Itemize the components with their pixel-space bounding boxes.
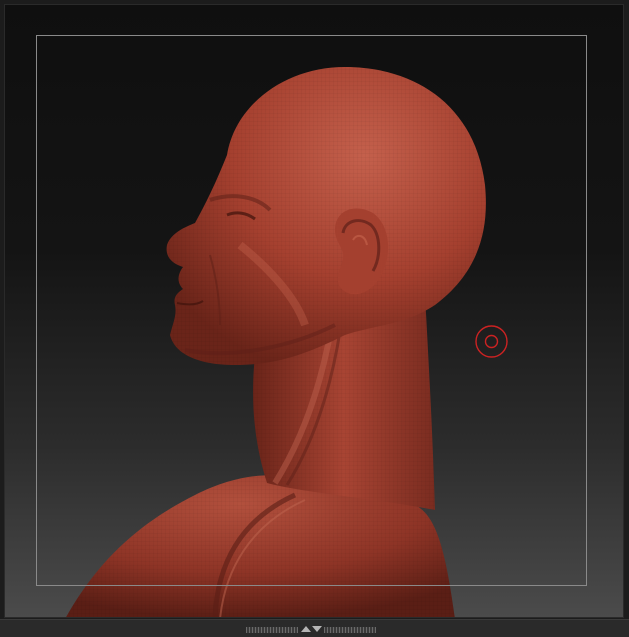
collapse-arrows-icon[interactable] bbox=[299, 624, 323, 634]
canvas-viewport[interactable] bbox=[4, 4, 624, 618]
sculpted-head-model[interactable] bbox=[5, 5, 624, 618]
bottom-shelf bbox=[0, 619, 629, 637]
scroll-grip-left-icon[interactable] bbox=[246, 627, 298, 633]
scroll-grip-right-icon[interactable] bbox=[324, 627, 376, 633]
sculpt-app bbox=[0, 0, 629, 637]
brush-cursor-icon bbox=[475, 325, 508, 358]
